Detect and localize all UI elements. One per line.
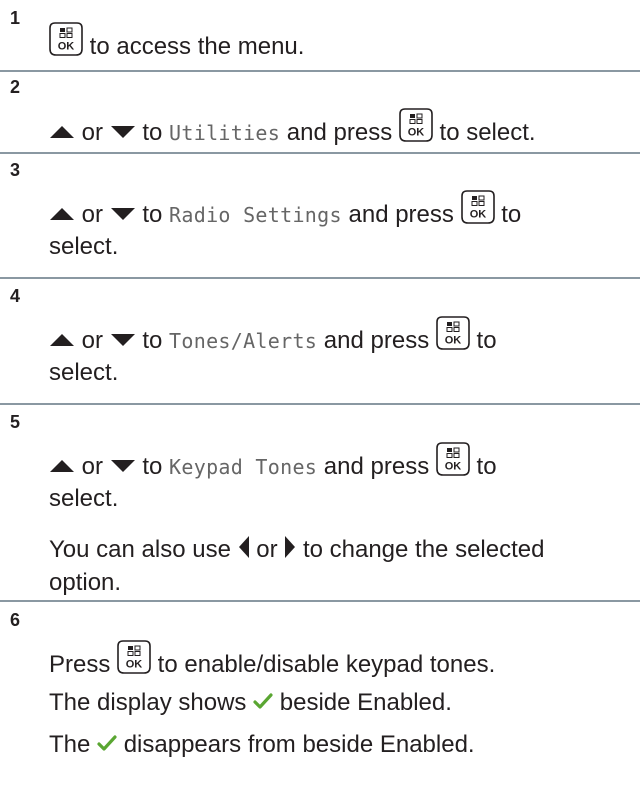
left-arrow-icon <box>238 534 250 564</box>
down-arrow-icon <box>110 325 136 355</box>
step-number: 2 <box>10 77 21 97</box>
step-text-line: option. <box>49 568 121 598</box>
step-number: 5 <box>10 412 21 432</box>
step-text: to select. <box>432 119 536 146</box>
step-text: or <box>249 536 285 563</box>
menu-item-name: Utilities <box>169 121 281 145</box>
right-arrow-icon <box>284 534 296 564</box>
step-text-line: or to Keypad Tones and press OK to <box>49 442 497 482</box>
step-text: You can also use <box>49 536 238 563</box>
step-text: and press <box>341 201 461 228</box>
step-text-line: or to Radio Settings and press OK to <box>49 190 521 230</box>
step-text: to <box>469 327 497 354</box>
ok-button-icon: OK <box>460 190 495 224</box>
up-arrow-icon <box>49 199 75 229</box>
ok-button-icon: OK <box>49 22 83 56</box>
step-text: or <box>75 119 110 146</box>
step-number: 1 <box>10 8 21 28</box>
step-text: to enable/disable keypad tones. <box>151 651 496 678</box>
svg-text:OK: OK <box>126 659 143 671</box>
step-text: to <box>135 453 170 480</box>
step-divider <box>0 600 640 602</box>
ok-button-icon: OK <box>399 108 433 142</box>
step-text: beside Enabled. <box>273 689 452 716</box>
step-text: The <box>49 731 98 758</box>
step-number: 3 <box>10 160 21 180</box>
step-text-line: Press OK to enable/disable keypad tones. <box>49 640 495 680</box>
step-text: Press <box>49 651 118 678</box>
step-text: disappears from beside Enabled. <box>117 731 475 758</box>
step-text: or <box>75 327 110 354</box>
step-text: to change the selected <box>296 536 545 563</box>
step-text-line: OK to access the menu. <box>49 22 304 62</box>
svg-text:OK: OK <box>445 335 462 347</box>
down-arrow-icon <box>110 199 136 229</box>
step-divider <box>0 403 640 405</box>
step-text: or <box>75 201 110 228</box>
step-text: to <box>135 327 170 354</box>
step-text-line: or to Utilities and press OK to select. <box>49 108 536 148</box>
down-arrow-icon <box>110 451 136 481</box>
checkmark-icon <box>97 730 117 760</box>
step-text-line: select. <box>49 484 118 514</box>
step-text: option. <box>49 569 122 596</box>
svg-text:OK: OK <box>408 127 425 139</box>
svg-text:OK: OK <box>445 461 462 473</box>
step-text: and press <box>280 119 399 146</box>
step-divider <box>0 70 640 72</box>
step-text: select. <box>49 359 119 386</box>
step-text: to <box>494 201 522 228</box>
step-text: or <box>75 453 110 480</box>
step-divider <box>0 277 640 279</box>
up-arrow-icon <box>49 451 75 481</box>
ok-button-icon: OK <box>117 640 151 674</box>
step-text: select. <box>49 485 119 512</box>
step-text-line: or to Tones/Alerts and press OK to <box>49 316 497 356</box>
svg-text:OK: OK <box>469 209 486 221</box>
step-text-line: The disappears from beside Enabled. <box>49 730 475 760</box>
step-text: to <box>135 201 170 228</box>
ok-button-icon: OK <box>436 316 470 350</box>
step-number: 4 <box>10 286 21 306</box>
ok-button-icon: OK <box>436 442 470 476</box>
step-text: to <box>469 453 497 480</box>
step-text: and press <box>317 453 436 480</box>
menu-item-name: Radio Settings <box>169 203 342 227</box>
step-text-line: You can also use or to change the select… <box>49 534 544 565</box>
step-text-line: select. <box>49 358 118 388</box>
down-arrow-icon <box>110 117 136 147</box>
step-text: to access the menu. <box>83 33 305 60</box>
menu-item-name: Tones/Alerts <box>169 329 318 353</box>
step-text: select. <box>49 233 119 260</box>
step-text: and press <box>317 327 436 354</box>
step-text: to <box>135 119 170 146</box>
svg-text:OK: OK <box>58 41 75 53</box>
menu-item-name: Keypad Tones <box>169 455 318 479</box>
step-text-line: The display shows beside Enabled. <box>49 688 452 718</box>
up-arrow-icon <box>49 117 75 147</box>
step-text: The display shows <box>49 689 254 716</box>
step-number: 6 <box>10 610 21 630</box>
up-arrow-icon <box>49 325 75 355</box>
step-text-line: select. <box>49 232 118 262</box>
step-divider <box>0 152 640 154</box>
checkmark-icon <box>253 688 273 718</box>
